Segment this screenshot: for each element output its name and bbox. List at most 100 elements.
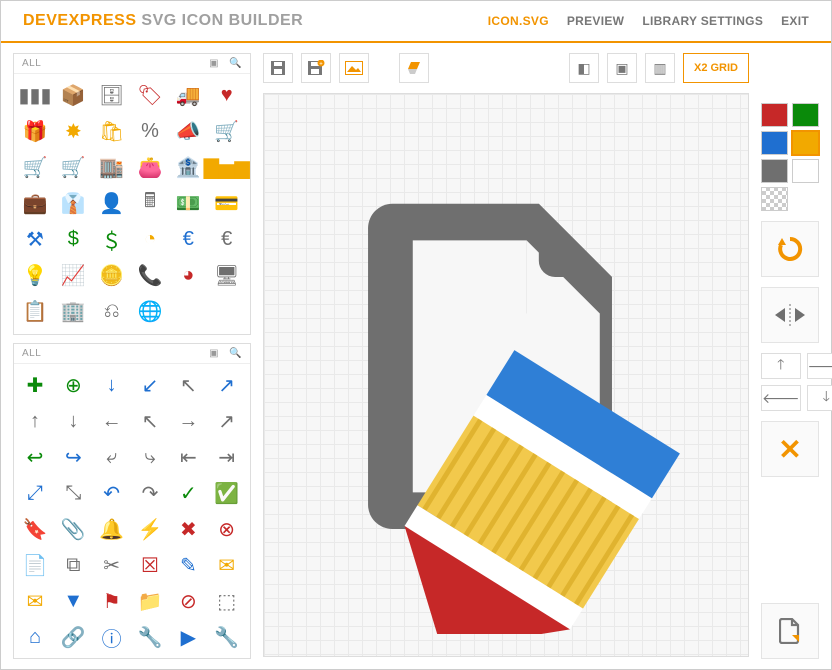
library-icon-tool[interactable]: 🔧 — [135, 622, 165, 652]
save-as-button[interactable]: + — [301, 53, 331, 83]
library-icon-pie-multi[interactable]: ◕ — [173, 260, 203, 290]
library-icon-redo[interactable]: ↷ — [135, 478, 165, 508]
library-icon-gift[interactable]: 🎁 — [20, 116, 50, 146]
library-icon-folder[interactable]: 📁 — [135, 586, 165, 616]
grid-toggle-button[interactable]: X2 GRID — [683, 53, 749, 83]
library-icon-arr-down2[interactable]: ↓ — [58, 406, 88, 436]
library-icon-arr-ur[interactable]: ↗ — [212, 370, 242, 400]
library-icon-euro-circle[interactable]: € — [212, 224, 242, 254]
library-icon-euro[interactable]: € — [173, 224, 203, 254]
library-icon-attach[interactable]: 📎 — [58, 514, 88, 544]
nudge-up-button[interactable]: 🡑 — [761, 353, 801, 379]
library-icon-bulb[interactable]: 💡 — [20, 260, 50, 290]
library-icon-plus-circle[interactable]: ⊕ — [58, 370, 88, 400]
library-icon-clipboard[interactable]: 📋 — [20, 296, 50, 326]
save-button[interactable] — [263, 53, 293, 83]
library-icon-undo[interactable]: ↶ — [97, 478, 127, 508]
library-icon-trend[interactable]: 📈 — [58, 260, 88, 290]
library-icon-briefcase[interactable]: 💼 — [20, 188, 50, 218]
library-icon-chart-bar[interactable]: ▇▅▆ — [212, 152, 242, 182]
library-icon-arr-ur2[interactable]: ↗ — [212, 406, 242, 436]
align-3-button[interactable]: ▥ — [645, 53, 675, 83]
library-icon-percent[interactable]: % — [135, 116, 165, 146]
align-1-button[interactable]: ◧ — [569, 53, 599, 83]
library-icon-saw[interactable]: ⎌ — [97, 296, 127, 326]
library-icon-mail-open[interactable]: ✉ — [20, 586, 50, 616]
library-icon-store[interactable]: 🏬 — [97, 152, 127, 182]
rotate-button[interactable] — [761, 221, 819, 277]
library-icon-archive[interactable]: 🗄 — [97, 80, 127, 110]
library-icon-bolt[interactable]: ⚡ — [135, 514, 165, 544]
search-icon[interactable]: 🔍 — [229, 58, 242, 69]
library-icon-arr-left[interactable]: ← — [97, 406, 127, 436]
library-icon-dollar[interactable]: $ — [58, 224, 88, 254]
library-icon-check-circle[interactable]: ✅ — [212, 478, 242, 508]
mirror-button[interactable] — [761, 287, 819, 343]
library-icon-info[interactable]: ⓘ — [97, 622, 127, 652]
library-icon-barcode[interactable]: ▮▮▮ — [20, 80, 50, 110]
library-icon-cut[interactable]: ✂ — [97, 550, 127, 580]
library-icon-user[interactable]: 👤 — [97, 188, 127, 218]
search-icon[interactable]: 🔍 — [229, 348, 242, 359]
library-icon-megaphone[interactable]: 📣 — [173, 116, 203, 146]
nav-icon-svg[interactable]: ICON.SVG — [488, 14, 549, 28]
library-icon-link[interactable]: 🔗 — [58, 622, 88, 652]
library-icon-card[interactable]: 💳 — [212, 188, 242, 218]
image-button[interactable] — [339, 53, 369, 83]
swatch-white[interactable] — [792, 159, 819, 183]
swatch-transparent[interactable] — [761, 187, 788, 211]
library-icon-bank[interactable]: 🏦 — [173, 152, 203, 182]
library-icon-arr-ul[interactable]: ↖ — [173, 370, 203, 400]
library-icon-x[interactable]: ✖ — [173, 514, 203, 544]
delete-button[interactable]: ✕ — [761, 421, 819, 477]
library-icon-truck[interactable]: 🚚 — [173, 80, 203, 110]
library-icon-bookmark[interactable]: 🔖 — [20, 514, 50, 544]
library-icon-flag[interactable]: ⚑ — [97, 586, 127, 616]
library-icon-reply[interactable]: ↩ — [20, 442, 50, 472]
library-icon-copy[interactable]: ⧉ — [58, 550, 88, 580]
library-icon-pie[interactable]: ◔ — [135, 224, 165, 254]
view-mode-icon[interactable]: ▣ — [209, 58, 219, 69]
library-icon-calculator[interactable]: 🖩 — [135, 188, 165, 218]
library-icon-building[interactable]: 🏢 — [58, 296, 88, 326]
library-icon-play[interactable]: ▶ — [173, 622, 203, 652]
nudge-left-button[interactable]: 🡐 — [761, 385, 801, 411]
library-icon-home[interactable]: ⌂ — [20, 622, 50, 652]
library-icon-tab-in[interactable]: ⇥ — [212, 442, 242, 472]
library-icon-return[interactable]: ⤶ — [97, 442, 127, 472]
library-icon-check[interactable]: ✓ — [173, 478, 203, 508]
library-icon-filter[interactable]: ▼ — [58, 586, 88, 616]
swatch-blue[interactable] — [761, 131, 788, 155]
view-mode-icon[interactable]: ▣ — [209, 348, 219, 359]
library-icon-edit[interactable]: ✎ — [173, 550, 203, 580]
library-icon-arr-right[interactable]: → — [173, 406, 203, 436]
library-icon-tab-out[interactable]: ⇤ — [173, 442, 203, 472]
library-icon-heart[interactable]: ♥ — [212, 80, 242, 110]
library-icon-monitor[interactable]: 🖥 — [212, 260, 242, 290]
library-icon-wallet[interactable]: 👛 — [135, 152, 165, 182]
library-icon-tag[interactable]: 🏷 — [135, 80, 165, 110]
library-icon-sun[interactable]: ✸ — [58, 116, 88, 146]
library-icon-bag[interactable]: 🛍 — [97, 116, 127, 146]
nav-exit[interactable]: EXIT — [781, 14, 809, 28]
nav-library-settings[interactable]: LIBRARY SETTINGS — [642, 14, 763, 28]
swatch-red[interactable] — [761, 103, 788, 127]
library-icon-cart-alt[interactable]: 🛒 — [58, 152, 88, 182]
library-icon-cash[interactable]: 💵 — [173, 188, 203, 218]
library-icon-new-doc[interactable]: 📄 — [20, 550, 50, 580]
library-icon-arr-dl[interactable]: ↙ — [135, 370, 165, 400]
library-icon-expand[interactable]: ⤢ — [20, 478, 50, 508]
library-icon-close-box[interactable]: ☒ — [135, 550, 165, 580]
nudge-down-button[interactable]: 🡓 — [807, 385, 832, 411]
library-icon-dollar-circle[interactable]: ＄ — [97, 224, 127, 254]
library-icon-globe[interactable]: 🌐 — [135, 296, 165, 326]
library-icon-arr-up[interactable]: ↑ — [20, 406, 50, 436]
library-icon-arr-down[interactable]: ↓ — [97, 370, 127, 400]
library-icon-bell[interactable]: 🔔 — [97, 514, 127, 544]
library-icon-select[interactable]: ⬚ — [212, 586, 242, 616]
library-icon-org[interactable]: ⚒ — [20, 224, 50, 254]
library-icon-forward[interactable]: ↪ — [58, 442, 88, 472]
nav-preview[interactable]: PREVIEW — [567, 14, 624, 28]
library-icon-no[interactable]: ⊘ — [173, 586, 203, 616]
library-icon-mail[interactable]: ✉ — [212, 550, 242, 580]
